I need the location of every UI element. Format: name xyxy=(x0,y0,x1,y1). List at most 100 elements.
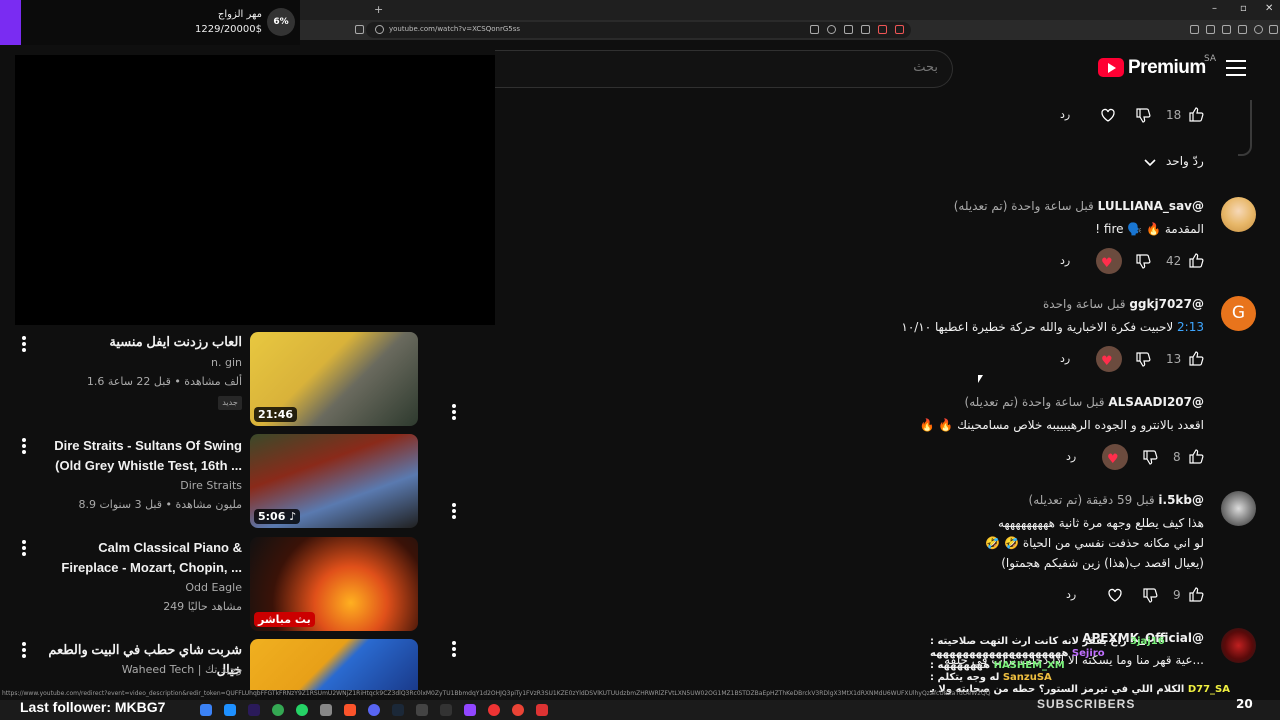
media-app-icon[interactable] xyxy=(320,704,332,716)
like-icon[interactable] xyxy=(1188,350,1204,366)
search-box[interactable] xyxy=(495,50,953,88)
cast-icon[interactable] xyxy=(844,25,853,34)
video-title[interactable]: Calm Classical Piano & Fireplace - Mozar… xyxy=(40,538,242,578)
profile-icon[interactable] xyxy=(1254,25,1263,34)
more-options-icon[interactable] xyxy=(451,404,457,422)
more-options-icon[interactable] xyxy=(21,438,27,456)
obs-app-icon[interactable] xyxy=(440,704,452,716)
like-count: 18 xyxy=(1166,108,1182,122)
video-thumbnail[interactable] xyxy=(250,639,418,690)
comment-timestamp-link[interactable]: 2:13 xyxy=(1177,320,1204,334)
dislike-icon[interactable] xyxy=(1135,254,1151,270)
translate-icon[interactable] xyxy=(810,25,819,34)
brave-app-icon[interactable] xyxy=(344,704,356,716)
dislike-icon[interactable] xyxy=(1135,108,1151,124)
like-count: 42 xyxy=(1166,254,1182,268)
video-thumbnail[interactable]: 21:46 xyxy=(250,332,418,426)
guide-menu-button[interactable] xyxy=(1226,60,1246,78)
chrome-app-icon[interactable] xyxy=(272,704,284,716)
zoom-icon[interactable] xyxy=(827,25,836,34)
game-app-icon[interactable] xyxy=(488,704,500,716)
chrome-alt-app-icon[interactable] xyxy=(512,704,524,716)
chevron-down-icon[interactable] xyxy=(1142,155,1158,171)
comment-author[interactable]: @i.5kb xyxy=(1158,493,1204,507)
discord-app-icon[interactable] xyxy=(368,704,380,716)
avatar[interactable] xyxy=(1221,197,1256,232)
browser-app-icon[interactable] xyxy=(200,704,212,716)
like-count: 13 xyxy=(1166,352,1182,366)
video-duration: 21:46 xyxy=(254,407,298,422)
more-options-icon[interactable] xyxy=(21,336,27,354)
more-options-icon[interactable] xyxy=(21,642,27,660)
chat-user: Sejiro xyxy=(1071,648,1105,659)
url-text[interactable]: youtube.com/watch?v=XCSQonrG5ss xyxy=(389,25,520,33)
maximize-button[interactable]: ▫ xyxy=(1240,3,1247,14)
reply-button[interactable]: رد xyxy=(1060,108,1070,121)
comment-text: 2:13 لاحبيت فكرة الاخبارية والله حركة خط… xyxy=(901,317,1204,337)
video-thumbnail[interactable]: 5:06 ♪ xyxy=(250,434,418,528)
dislike-icon[interactable] xyxy=(1135,352,1151,368)
comment-author[interactable]: @ALSAADI207 xyxy=(1108,395,1204,409)
share-icon[interactable] xyxy=(861,25,870,34)
avatar[interactable] xyxy=(1221,491,1256,526)
goal-progress-bar xyxy=(0,0,21,45)
dislike-icon[interactable] xyxy=(1142,588,1158,604)
reply-button[interactable]: رد xyxy=(1066,588,1076,601)
channel-name[interactable]: n. gin xyxy=(40,355,242,371)
channel-name[interactable]: Dire Straits xyxy=(40,478,242,494)
whatsapp-app-icon[interactable] xyxy=(296,704,308,716)
chat-message: 3jaj16 راح يفقر لانه كانت ارث التهت صلاح… xyxy=(930,636,1230,648)
reply-button[interactable]: رد xyxy=(1060,352,1070,365)
comment-header: @i.5kb قبل 59 دقيقة (تم تعديله) xyxy=(1029,493,1204,507)
like-icon[interactable] xyxy=(1188,106,1204,122)
goal-title: مهر الزواج xyxy=(217,9,262,20)
steam-app-icon[interactable] xyxy=(392,704,404,716)
dislike-icon[interactable] xyxy=(1142,450,1158,466)
comment-text: لو اني مكانه حذفت نفسي من الحياة 🤣 🤣 xyxy=(985,536,1204,550)
new-tab-button[interactable]: + xyxy=(374,3,383,16)
terminal-app-icon[interactable] xyxy=(416,704,428,716)
comment-time: قبل 59 دقيقة (تم تعديله) xyxy=(1028,493,1155,507)
video-thumbnail[interactable]: بث مباشر xyxy=(250,537,418,631)
video-title[interactable]: Dire Straits - Sultans Of Swing (Old Gre… xyxy=(40,436,242,476)
more-options-icon[interactable] xyxy=(451,641,457,659)
site-info-icon[interactable] xyxy=(375,25,384,34)
minimize-button[interactable]: – xyxy=(1212,3,1217,14)
vpn-icon[interactable] xyxy=(1238,25,1247,34)
subscribers-label: SUBSCRIBERS xyxy=(1037,697,1136,711)
comment-author[interactable]: @LULLIANA_sav xyxy=(1098,199,1204,213)
heart-icon[interactable] xyxy=(1107,587,1123,603)
channel-name[interactable]: Odd Eagle xyxy=(40,580,242,596)
comment-author[interactable]: @ggkj7027 xyxy=(1129,297,1204,311)
reply-button[interactable]: رد xyxy=(1066,450,1076,463)
replies-toggle[interactable]: ردّ واحد xyxy=(1166,154,1204,168)
like-icon[interactable] xyxy=(1188,586,1204,602)
record-app-icon[interactable] xyxy=(536,704,548,716)
close-window-button[interactable]: ✕ xyxy=(1265,3,1273,14)
comment-header: @ggkj7027 قبل ساعة واحدة xyxy=(1043,297,1204,311)
channel-name[interactable]: Waheed Tech | وحيد تك xyxy=(40,662,242,678)
extension-icon[interactable] xyxy=(1190,25,1199,34)
like-icon[interactable] xyxy=(1188,448,1204,464)
like-icon[interactable] xyxy=(1188,252,1204,268)
premium-logo-text[interactable]: Premium xyxy=(1128,57,1206,79)
heart-icon[interactable] xyxy=(1100,107,1116,123)
video-title[interactable]: العاب رزدنت ايفل منسية xyxy=(40,332,242,352)
sidebar-icon[interactable] xyxy=(1206,25,1215,34)
search-input[interactable] xyxy=(638,60,938,75)
brave-shield-icon[interactable] xyxy=(878,25,887,34)
browser-menu-icon[interactable] xyxy=(1269,25,1278,34)
bookmark-icon[interactable] xyxy=(355,25,364,34)
avatar[interactable]: G xyxy=(1221,296,1256,331)
youtube-logo-icon[interactable] xyxy=(1098,58,1124,77)
more-options-icon[interactable] xyxy=(451,503,457,521)
rewards-icon[interactable] xyxy=(895,25,904,34)
video-player[interactable] xyxy=(15,55,495,325)
more-options-icon[interactable] xyxy=(21,540,27,558)
store-app-icon[interactable] xyxy=(224,704,236,716)
wallet-icon[interactable] xyxy=(1222,25,1231,34)
chat-user: SanzuSA xyxy=(1002,672,1052,683)
reply-button[interactable]: رد xyxy=(1060,254,1070,267)
premiere-app-icon[interactable] xyxy=(248,704,260,716)
twitch-app-icon[interactable] xyxy=(464,704,476,716)
